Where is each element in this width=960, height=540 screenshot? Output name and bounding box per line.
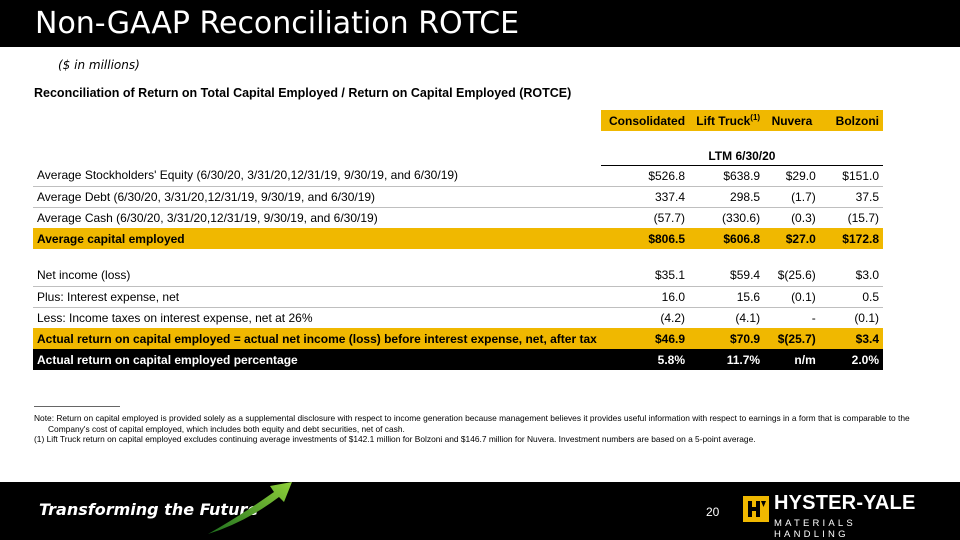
total-row: Actual return on capital employed = actu… bbox=[33, 328, 883, 349]
footnote-divider bbox=[34, 406, 120, 407]
column-header-row: Consolidated Lift Truck(1) Nuvera Bolzon… bbox=[33, 110, 883, 131]
company-logo: HYSTER-YALE MATERIALS HANDLING bbox=[742, 489, 918, 540]
table-row: Net income (loss) $35.1 $59.4 $(25.6) $3… bbox=[33, 265, 883, 287]
logo-subtitle: MATERIALS HANDLING bbox=[774, 518, 856, 540]
logo-wordmark: HYSTER-YALE bbox=[774, 492, 916, 514]
col-header-nuvera: Nuvera bbox=[764, 110, 820, 131]
row-label: Less: Income taxes on interest expense, … bbox=[37, 310, 313, 325]
row-label: Average capital employed bbox=[33, 228, 601, 249]
page-number: 20 bbox=[706, 505, 720, 519]
row-label: Average Stockholders' Equity (6/30/20, 3… bbox=[33, 165, 601, 187]
period-row: LTM 6/30/20 bbox=[33, 148, 883, 166]
note-text-continued: Company's cost of capital employed, whic… bbox=[48, 423, 405, 434]
row-label: Average Cash (6/30/20, 3/31/20,12/31/19,… bbox=[37, 210, 378, 225]
col-header-lift-truck: Lift Truck(1) bbox=[689, 110, 765, 131]
units-subtitle: ($ in millions) bbox=[58, 58, 140, 72]
table-row: Average Cash (6/30/20, 3/31/20,12/31/19,… bbox=[33, 207, 883, 228]
note-text: Note: Return on capital employed is prov… bbox=[34, 413, 910, 423]
col-header-bolzoni: Bolzoni bbox=[819, 110, 883, 131]
row-label: Plus: Interest expense, net bbox=[33, 286, 601, 308]
col-header-consolidated: Consolidated bbox=[600, 110, 690, 131]
row-label: Net income (loss) bbox=[33, 265, 601, 287]
row-label: Actual return on capital employed = actu… bbox=[33, 328, 601, 349]
total-row: Average capital employed $806.5 $606.8 $… bbox=[33, 228, 883, 249]
table-row: Average Debt (6/30/20, 3/31/20,12/31/19,… bbox=[33, 186, 883, 208]
period-label: LTM 6/30/20 bbox=[600, 148, 883, 166]
table-row: Plus: Interest expense, net 16.0 15.6 (0… bbox=[33, 286, 883, 308]
percentage-row: Actual return on capital employed percen… bbox=[33, 349, 883, 370]
hy-mark-icon bbox=[743, 496, 769, 522]
footnote-marker: (1) bbox=[750, 113, 761, 122]
table-row: Average Stockholders' Equity (6/30/20, 3… bbox=[33, 165, 883, 187]
rotce-table: Consolidated Lift Truck(1) Nuvera Bolzon… bbox=[33, 110, 883, 370]
slide-title: Non-GAAP Reconciliation ROTCE bbox=[35, 6, 520, 41]
footnotes: Note: Return on capital employed is prov… bbox=[34, 413, 914, 445]
swoosh-arrow-icon bbox=[208, 482, 292, 534]
row-label: Average Debt (6/30/20, 3/31/20,12/31/19,… bbox=[33, 186, 601, 208]
footnote-1: (1) Lift Truck return on capital employe… bbox=[34, 434, 756, 444]
table-heading: Reconciliation of Return on Total Capita… bbox=[34, 86, 572, 100]
table-row: Less: Income taxes on interest expense, … bbox=[33, 307, 883, 328]
row-label: Actual return on capital employed percen… bbox=[33, 349, 601, 370]
